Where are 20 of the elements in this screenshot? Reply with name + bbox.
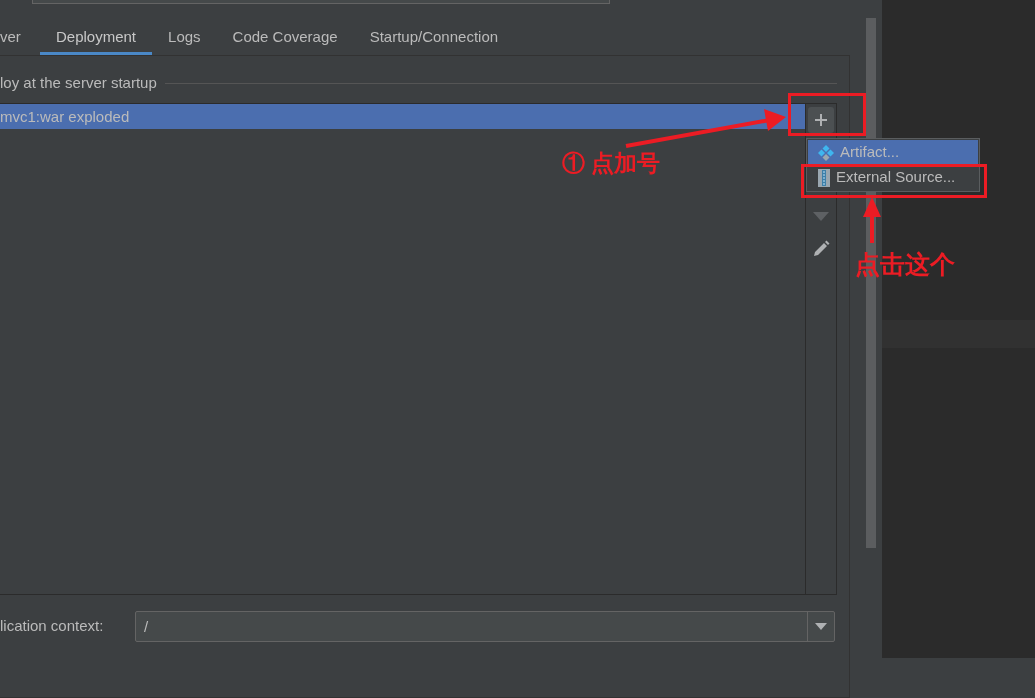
triangle-down-icon [813,211,829,221]
tab[interactable]: Startup/Connection [353,22,515,55]
tab[interactable]: ver [0,22,40,55]
pencil-icon [812,240,830,258]
combobox-value: / [143,617,150,637]
annotation-text: 点击这个 [855,249,955,280]
dropdown-arrow-icon [815,623,827,630]
tab[interactable]: Code Coverage [216,22,354,55]
menu-item[interactable]: External Source... [808,165,978,190]
arrow [862,197,882,243]
archive-icon [818,168,830,187]
context-combobox[interactable]: / [135,611,835,642]
field-label: lication context: [0,616,105,637]
annotation-text: ① 点加号 [562,149,661,178]
tab[interactable]: Logs [152,22,217,55]
add-button[interactable] [808,107,834,133]
group-title: loy at the server startup [0,72,157,93]
tab[interactable]: Deployment [40,22,153,55]
diamonds-icon [818,144,834,161]
plus-icon [814,113,828,127]
